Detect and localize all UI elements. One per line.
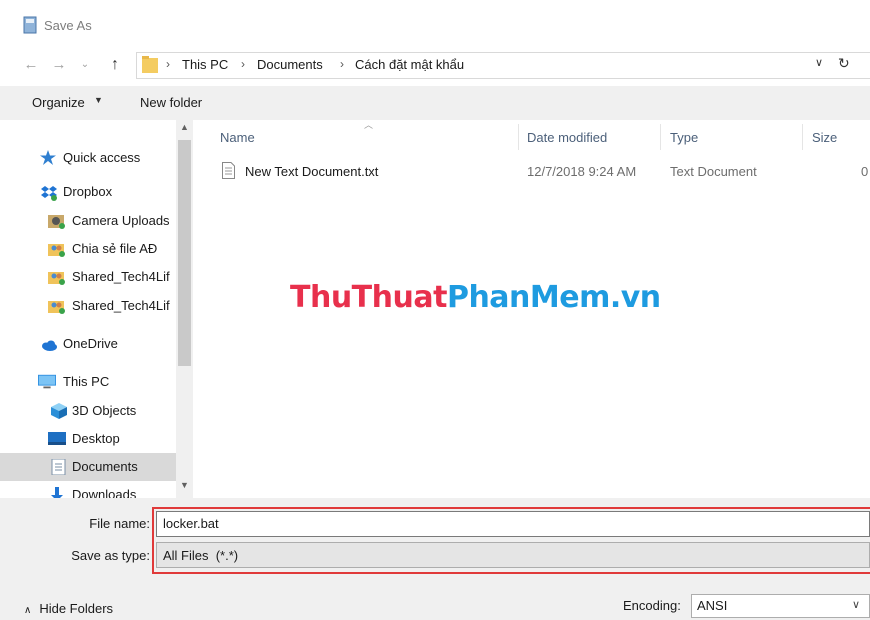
sidebar-item-shared-tech4lif-1[interactable]: Shared_Tech4Lif: [0, 263, 176, 291]
dropbox-icon: [41, 186, 57, 201]
sidebar-item-label: Shared_Tech4Lif: [72, 269, 170, 284]
sidebar-item-label: This PC: [63, 374, 110, 389]
text-file-icon: [222, 162, 235, 179]
downloads-icon: [51, 487, 63, 498]
sidebar-item-label: Documents: [72, 459, 138, 474]
sidebar-item-label: Dropbox: [63, 184, 113, 199]
breadcrumb-separator-icon: ›: [340, 57, 344, 71]
breadcrumb-documents[interactable]: Documents: [257, 57, 323, 72]
watermark-part-1: ThuThuat: [290, 280, 447, 315]
file-date-cell: 12/7/2018 9:24 AM: [527, 164, 637, 179]
sidebar-item-documents[interactable]: Documents: [0, 453, 176, 481]
3d-objects-icon: [51, 403, 67, 419]
column-divider[interactable]: [802, 124, 803, 150]
sidebar-item-label: Shared_Tech4Lif: [72, 298, 170, 313]
title-bar: [0, 0, 870, 54]
folder-icon: [142, 56, 158, 73]
command-toolbar: [0, 86, 870, 120]
sidebar-item-dropbox[interactable]: Dropbox: [0, 178, 176, 206]
address-bar[interactable]: [136, 52, 870, 79]
save-as-type-label: Save as type:: [71, 548, 150, 563]
back-arrow-icon[interactable]: ←: [22, 54, 40, 76]
encoding-value: ANSI: [697, 598, 728, 613]
highlight-box: [152, 507, 870, 574]
breadcrumb-this-pc[interactable]: This PC: [182, 57, 228, 72]
hide-folders-label: Hide Folders: [39, 601, 114, 616]
sidebar-item-label: Chia sẻ file AĐ: [72, 241, 158, 256]
sidebar-item-camera-uploads[interactable]: Camera Uploads: [0, 207, 176, 235]
desktop-icon: [48, 432, 66, 445]
sidebar-item-label: OneDrive: [63, 336, 118, 351]
sidebar-item-chia-se-file[interactable]: Chia sẻ file AĐ: [0, 235, 176, 263]
file-type-cell: Text Document: [670, 164, 757, 179]
encoding-label: Encoding:: [623, 598, 681, 613]
scroll-down-arrow-icon[interactable]: ▼: [176, 480, 193, 490]
sidebar-item-3d-objects[interactable]: 3D Objects: [0, 397, 176, 425]
hide-folders-button[interactable]: ∧ Hide Folders: [24, 601, 113, 616]
navigation-pane: Quick access Dropbox Camera Uploads Chia…: [0, 120, 193, 498]
column-header-size[interactable]: Size: [812, 130, 837, 145]
column-divider[interactable]: [518, 124, 519, 150]
breadcrumb-separator-icon: ›: [241, 57, 245, 71]
file-size-cell: 0: [861, 164, 869, 179]
sidebar-item-downloads[interactable]: Downloads: [0, 481, 176, 498]
navigation-scrollbar-thumb[interactable]: [178, 140, 191, 366]
chevron-up-icon: ∧: [24, 605, 32, 616]
save-as-icon: [23, 16, 37, 34]
column-header-type[interactable]: Type: [670, 130, 698, 145]
recent-locations-chevron-icon[interactable]: ⌄: [76, 54, 94, 76]
up-arrow-icon[interactable]: ↑: [106, 54, 124, 76]
sidebar-item-onedrive[interactable]: OneDrive: [0, 330, 176, 358]
documents-icon: [51, 459, 66, 475]
shared-folder-icon: [48, 244, 65, 257]
onedrive-cloud-icon: [42, 340, 57, 351]
sidebar-item-label: Camera Uploads: [72, 213, 170, 228]
window-title: Save As: [44, 18, 92, 33]
new-folder-button[interactable]: New folder: [140, 95, 202, 110]
column-header-date-modified[interactable]: Date modified: [527, 130, 607, 145]
sidebar-item-desktop[interactable]: Desktop: [0, 425, 176, 453]
encoding-select[interactable]: ANSI ∨: [691, 594, 870, 618]
watermark-part-3: .vn: [609, 280, 661, 315]
address-history-dropdown-icon[interactable]: ∨: [815, 56, 823, 69]
shared-folder-icon: [48, 272, 65, 285]
camera-uploads-folder-icon: [48, 215, 65, 229]
watermark-text: ThuThuatPhanMem.vn: [290, 280, 661, 315]
file-name-label: File name:: [89, 516, 150, 531]
sidebar-item-label: Desktop: [72, 431, 120, 446]
sort-ascending-icon: ︿: [364, 120, 374, 130]
column-divider[interactable]: [660, 124, 661, 150]
scroll-up-arrow-icon[interactable]: ▲: [176, 122, 193, 132]
sidebar-item-label: 3D Objects: [72, 403, 137, 418]
sidebar-item-quick-access[interactable]: Quick access: [0, 142, 176, 170]
caret-down-icon: ▼: [94, 95, 103, 105]
breadcrumb-separator-icon: ›: [166, 57, 170, 71]
organize-button[interactable]: Organize: [32, 95, 85, 110]
watermark-part-2: PhanMem: [446, 280, 610, 315]
shared-folder-icon: [48, 301, 65, 314]
refresh-icon[interactable]: ↻: [838, 55, 850, 72]
sidebar-item-this-pc[interactable]: This PC: [0, 368, 176, 396]
sidebar-item-label: Downloads: [72, 487, 137, 498]
forward-arrow-icon[interactable]: →: [50, 54, 68, 76]
star-icon: [40, 150, 56, 165]
sidebar-item-label: Quick access: [63, 150, 141, 165]
column-header-name[interactable]: Name: [220, 130, 255, 145]
file-name-cell[interactable]: New Text Document.txt: [245, 164, 378, 179]
chevron-down-icon: ∨: [852, 599, 861, 611]
sidebar-item-shared-tech4lif-2[interactable]: Shared_Tech4Lif: [0, 292, 176, 320]
computer-icon: [38, 374, 56, 389]
breadcrumb-current-folder[interactable]: Cách đặt mật khẩu: [355, 57, 464, 72]
